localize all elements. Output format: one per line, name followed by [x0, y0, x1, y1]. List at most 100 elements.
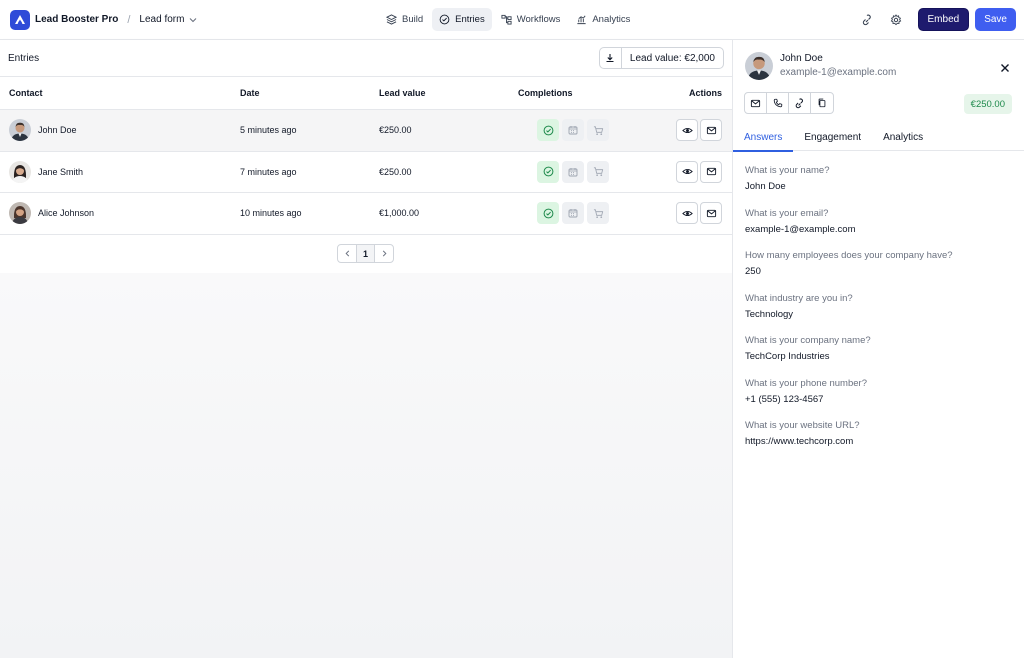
mail-icon: [706, 168, 716, 176]
chevron-left-icon: [345, 250, 349, 257]
layers-icon: [386, 14, 397, 25]
save-button[interactable]: Save: [975, 8, 1016, 31]
avatar: [9, 119, 31, 142]
purchase-status-badge: [587, 160, 609, 183]
email-contact-button[interactable]: [700, 119, 722, 142]
email-button[interactable]: [745, 93, 767, 113]
view-entry-button[interactable]: [676, 202, 698, 225]
download-icon: [606, 54, 614, 63]
question-text: What is your phone number?: [745, 377, 867, 389]
answer-item: What is your phone number? +1 (555) 123-…: [745, 378, 1015, 421]
column-actions: Actions: [688, 88, 722, 98]
question-text: What industry are you in?: [745, 292, 853, 304]
answer-text: John Doe: [745, 181, 786, 192]
tab-workflows[interactable]: Workflows: [494, 8, 568, 31]
tab-entries-label: Entries: [455, 14, 485, 25]
embed-button[interactable]: Embed: [917, 8, 970, 31]
avatar: [745, 52, 773, 80]
gear-icon: [890, 13, 901, 25]
avatar: [9, 202, 31, 225]
purchase-status-badge: [587, 119, 609, 142]
tab-entries[interactable]: Entries: [432, 8, 492, 31]
mail-icon: [750, 99, 761, 107]
next-page-button[interactable]: [375, 245, 393, 262]
column-lead-value[interactable]: Lead value: [379, 88, 426, 98]
mail-icon: [706, 209, 716, 217]
workflow-icon: [501, 14, 512, 25]
eye-icon: [681, 169, 693, 175]
column-contact[interactable]: Contact: [9, 88, 43, 98]
call-button[interactable]: [767, 93, 789, 113]
view-entry-button[interactable]: [676, 160, 698, 183]
email-contact-button[interactable]: [700, 202, 722, 225]
close-button[interactable]: [998, 61, 1012, 75]
calendar-icon: [568, 209, 578, 218]
download-button[interactable]: [600, 48, 622, 68]
lead-value-group: Lead value: €2,000: [598, 47, 724, 69]
column-completions: Completions: [518, 88, 573, 98]
lead-value-total: Lead value: €2,000: [629, 52, 715, 64]
tab-build-label: Build: [402, 14, 424, 25]
page-title: Entries: [8, 52, 40, 64]
answer-text: +1 (555) 123-4567: [745, 393, 824, 405]
tab-answers[interactable]: Answers: [733, 124, 794, 152]
check-circle-icon: [543, 166, 553, 177]
settings-button[interactable]: [885, 9, 907, 31]
form-completed-badge: [537, 160, 559, 183]
entry-lead-value: €250.00: [379, 125, 412, 136]
avatar: [9, 160, 31, 183]
tab-analytics[interactable]: Analytics: [569, 8, 637, 31]
app-logo-icon[interactable]: [10, 9, 30, 30]
brand: Lead Booster Pro / Lead form: [10, 9, 197, 30]
pagination: 1: [337, 244, 394, 263]
tab-engagement[interactable]: Engagement: [793, 124, 872, 151]
copy-link-button[interactable]: [856, 9, 878, 31]
completion-icons: [537, 160, 609, 183]
completion-icons: [537, 119, 609, 142]
form-selector[interactable]: Lead form: [139, 14, 197, 25]
meeting-status-badge: [562, 119, 584, 142]
question-text: What is your website URL?: [745, 420, 860, 431]
eye-icon: [681, 210, 693, 216]
answer-item: What industry are you in? Technology: [745, 293, 1015, 336]
answer-text: Technology: [745, 308, 794, 320]
form-completed-badge: [537, 202, 559, 225]
email-contact-button[interactable]: [700, 160, 722, 183]
drawer-tabs: Answers Engagement Analytics: [733, 124, 1024, 152]
answer-text: TechCorp Industries: [745, 351, 830, 362]
answer-item: What is your name? John Doe: [745, 165, 1015, 208]
close-icon: [1001, 64, 1009, 72]
tab-workflows-label: Workflows: [516, 14, 561, 25]
check-circle-icon: [543, 208, 553, 219]
table-row[interactable]: Alice Johnson 10 minutes ago €1,000.00: [0, 193, 732, 235]
contact-quick-actions: [744, 92, 834, 114]
view-entry-button[interactable]: [676, 119, 698, 142]
answer-text: 250: [745, 266, 761, 277]
tab-build[interactable]: Build: [379, 8, 430, 31]
meeting-status-badge: [562, 160, 584, 183]
eye-icon: [681, 127, 693, 133]
entries-header: Entries Lead value: €2,000: [0, 40, 732, 77]
previous-page-button[interactable]: [338, 245, 356, 262]
table-row[interactable]: John Doe 5 minutes ago €250.00: [0, 110, 732, 152]
entry-detail-drawer: John Doe example-1@example.com €250.00 A…: [732, 40, 1024, 658]
row-actions: [676, 119, 722, 142]
copy-link-button[interactable]: [789, 93, 811, 113]
copy-button[interactable]: [811, 93, 833, 113]
top-bar: Lead Booster Pro / Lead form Build Entri…: [0, 0, 1024, 40]
calendar-icon: [568, 167, 578, 177]
answers-list: What is your name? John Doe What is your…: [745, 165, 1015, 463]
tab-analytics[interactable]: Analytics: [872, 124, 934, 151]
question-text: What is your email?: [745, 207, 829, 219]
entry-date: 10 minutes ago: [240, 208, 302, 219]
top-actions: Embed Save: [856, 8, 1016, 31]
completion-icons: [537, 202, 609, 225]
question-text: How many employees does your company hav…: [745, 250, 953, 261]
entry-lead-value: €250.00: [379, 166, 412, 177]
table-row[interactable]: Jane Smith 7 minutes ago €250.00: [0, 152, 732, 193]
row-actions: [676, 202, 722, 225]
copy-icon: [818, 98, 826, 108]
column-date[interactable]: Date: [240, 88, 260, 98]
current-page[interactable]: 1: [356, 245, 375, 262]
answer-item: How many employees does your company hav…: [745, 250, 1015, 293]
